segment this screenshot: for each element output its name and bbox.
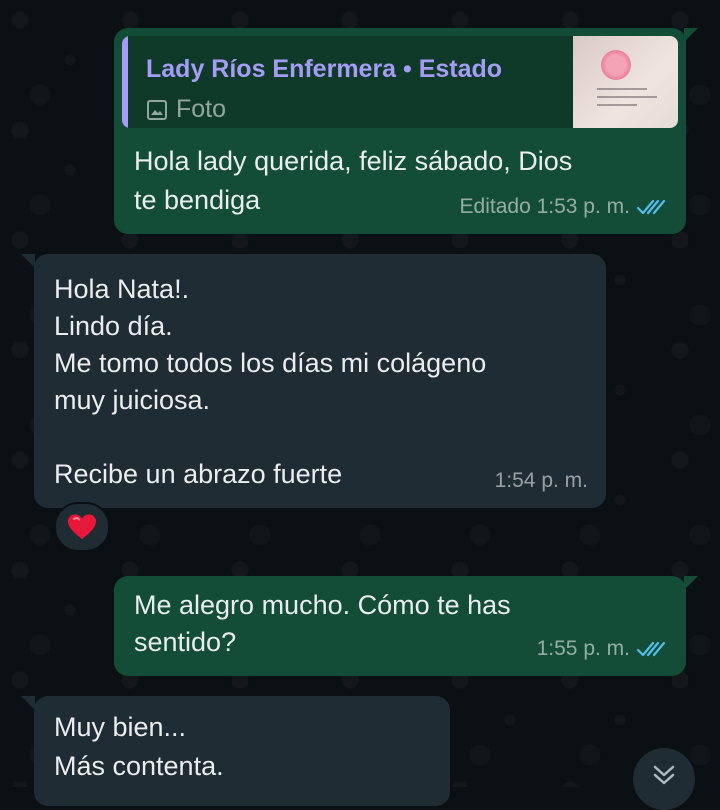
- message-line: Más contenta.: [54, 751, 224, 781]
- bubble-tail: [21, 696, 35, 710]
- message-meta: 1:55 p. m.: [537, 629, 668, 668]
- photo-thumbnail[interactable]: [573, 36, 678, 128]
- message-line: Hola lady querida, feliz sábado, Dios: [134, 146, 573, 176]
- bubble-tail: [21, 254, 35, 268]
- message-line: Me alegro mucho. Cómo te has: [134, 590, 511, 620]
- message-bubble-incoming[interactable]: Hola Nata!. Lindo día. Me tomo todos los…: [34, 254, 606, 508]
- quote-accent-bar: [122, 36, 128, 128]
- scroll-to-bottom-button[interactable]: [633, 748, 695, 810]
- message-line: sentido?: [134, 627, 237, 657]
- message-bubble-outgoing[interactable]: Me alegro mucho. Cómo te has sentido? 1:…: [114, 576, 686, 676]
- message-line: Recibe un abrazo fuerte: [54, 459, 343, 489]
- bubble-tail: [684, 576, 698, 590]
- message-line: Lindo día.: [54, 311, 173, 341]
- bubble-tail: [684, 28, 698, 42]
- message-line: te bendiga: [134, 185, 261, 215]
- chevron-double-down-icon: [653, 765, 675, 785]
- quote-type-label: Foto: [176, 95, 227, 123]
- thumbnail-text-line: [597, 88, 647, 90]
- message-line: Me tomo todos los días mi colágeno: [54, 348, 487, 378]
- reaction-badge[interactable]: [54, 502, 110, 552]
- quoted-status[interactable]: Lady Ríos Enfermera • Estado Foto: [122, 36, 678, 128]
- message-bubble-outgoing[interactable]: Lady Ríos Enfermera • Estado Foto Hola l…: [114, 28, 686, 234]
- message-line: Muy bien...: [54, 712, 187, 742]
- quote-media-type: Foto: [146, 90, 226, 128]
- thumbnail-text-line: [597, 96, 657, 98]
- double-check-icon: [636, 199, 666, 214]
- thumbnail-text-line: [597, 104, 637, 106]
- message-bubble-incoming[interactable]: Muy bien... Más contenta.: [34, 696, 450, 806]
- message-meta: Editado 1:53 p. m.: [460, 187, 668, 226]
- message-time: 1:54 p. m.: [494, 469, 588, 492]
- message-time: 1:55 p. m.: [536, 637, 630, 660]
- photo-icon: [147, 99, 167, 120]
- message-time: Editado 1:53 p. m.: [459, 195, 630, 218]
- double-check-icon: [636, 641, 666, 656]
- heart-icon: [68, 514, 96, 539]
- message-meta: 1:54 p. m.: [495, 461, 588, 500]
- message-line: Hola Nata!.: [54, 274, 190, 304]
- thumbnail-flower-graphic: [601, 50, 631, 80]
- message-line: muy juiciosa.: [54, 385, 211, 415]
- quote-author: Lady Ríos Enfermera • Estado: [146, 55, 503, 83]
